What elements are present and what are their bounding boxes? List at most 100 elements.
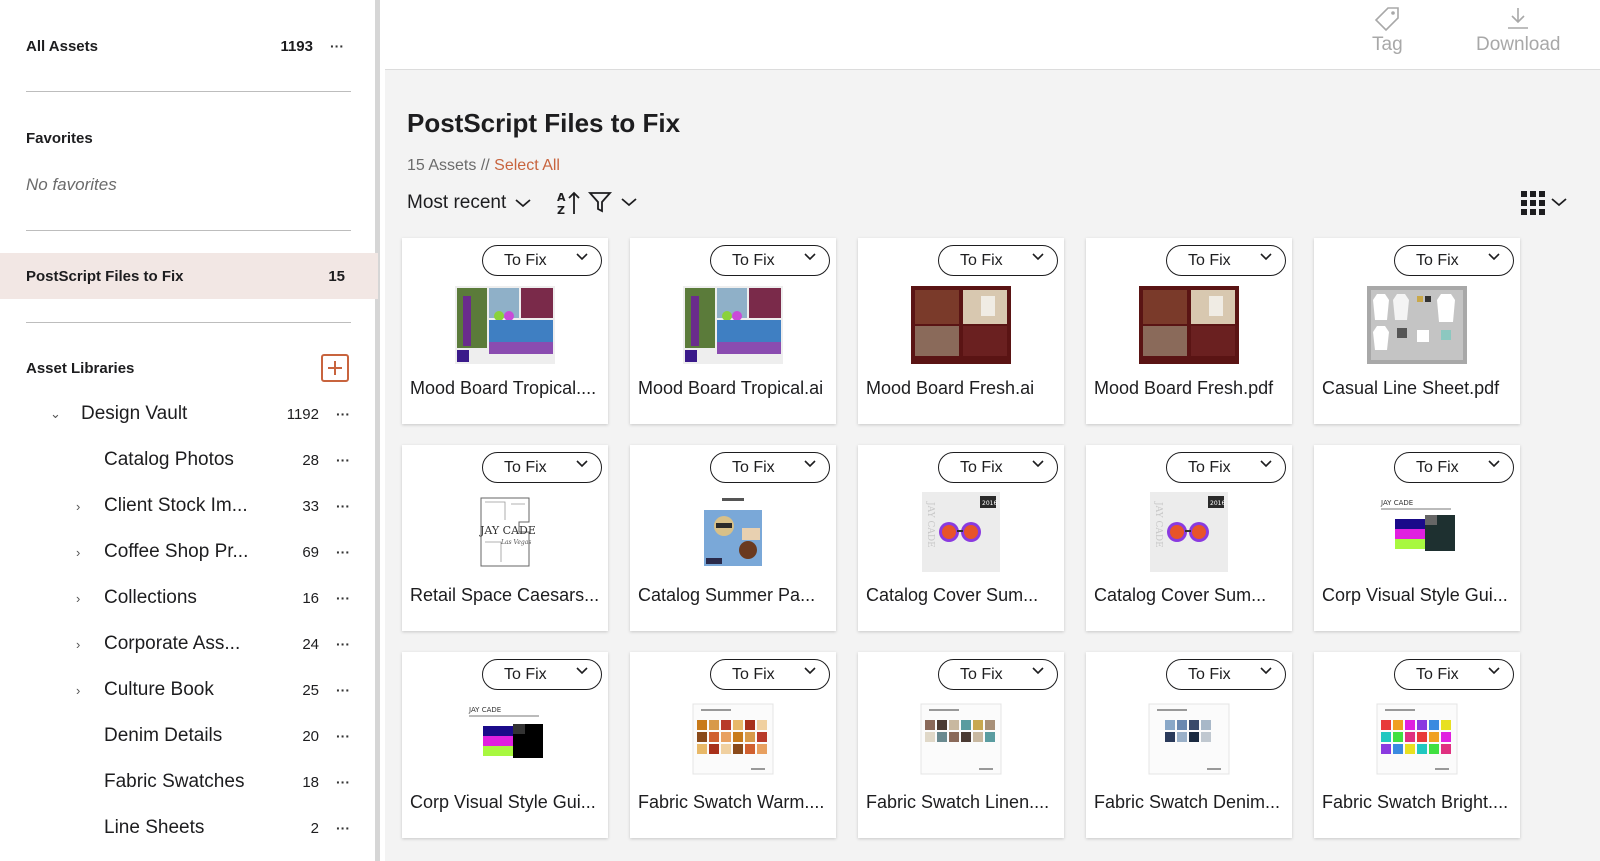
asset-thumbnail[interactable] xyxy=(858,699,1064,779)
asset-card[interactable]: To Fix 2016 JAY CADE Catalog Cover Sum... xyxy=(858,445,1064,631)
folder-count: 33 xyxy=(302,497,319,515)
more-icon[interactable]: ··· xyxy=(335,453,351,467)
thumbnail-image xyxy=(702,492,764,572)
tag-button[interactable]: Tag xyxy=(1372,6,1403,56)
asset-card[interactable]: To Fix Fabric Swatch Bright.... xyxy=(1314,652,1520,838)
sidebar-folder-item[interactable]: Line Sheets 2 ··· xyxy=(26,808,351,848)
thumbnail-image xyxy=(1139,286,1239,364)
chevron-down-icon[interactable]: ⌄ xyxy=(50,406,61,422)
asset-card[interactable]: To Fix Fabric Swatch Denim... xyxy=(1086,652,1292,838)
sidebar-folder-item[interactable]: › Corporate Ass... 24 ··· xyxy=(26,624,351,664)
status-dropdown[interactable]: To Fix xyxy=(482,659,602,690)
more-icon[interactable]: ··· xyxy=(335,499,351,513)
status-dropdown[interactable]: To Fix xyxy=(1166,452,1286,483)
sidebar-folder-item[interactable]: Fabric Swatches 18 ··· xyxy=(26,762,351,802)
sidebar-folder-item[interactable]: › Culture Book 25 ··· xyxy=(26,670,351,710)
status-dropdown[interactable]: To Fix xyxy=(938,452,1058,483)
sort-dropdown[interactable]: Most recent xyxy=(407,192,532,214)
status-dropdown[interactable]: To Fix xyxy=(1166,659,1286,690)
asset-card[interactable]: To Fix Casual Line Sheet.pdf xyxy=(1314,238,1520,424)
grid-view-icon[interactable] xyxy=(1520,190,1546,216)
download-button[interactable]: Download xyxy=(1476,6,1561,56)
download-label: Download xyxy=(1476,34,1561,55)
asset-count: 15 Assets // xyxy=(407,157,490,174)
status-dropdown[interactable]: To Fix xyxy=(710,245,830,276)
asset-thumbnail[interactable]: JAY CADE Las Vegas xyxy=(402,492,608,572)
asset-thumbnail[interactable]: JAY CADE xyxy=(1314,492,1520,572)
status-dropdown[interactable]: To Fix xyxy=(710,659,830,690)
status-dropdown[interactable]: To Fix xyxy=(1394,245,1514,276)
more-icon[interactable]: ··· xyxy=(335,591,351,605)
status-dropdown[interactable]: To Fix xyxy=(710,452,830,483)
more-icon[interactable]: ··· xyxy=(335,821,351,835)
status-label: To Fix xyxy=(1416,458,1459,476)
sidebar-folder-item[interactable]: › Client Stock Im... 33 ··· xyxy=(26,486,351,526)
status-dropdown[interactable]: To Fix xyxy=(1394,452,1514,483)
more-icon[interactable]: ··· xyxy=(335,775,351,789)
sidebar-folder-item[interactable]: › Collections 16 ··· xyxy=(26,578,351,618)
chevron-down-icon xyxy=(1487,665,1501,679)
sort-order-icon[interactable]: AZ xyxy=(556,190,582,216)
status-dropdown[interactable]: To Fix xyxy=(1166,245,1286,276)
more-icon[interactable]: ··· xyxy=(335,729,351,743)
asset-name: Corp Visual Style Gui... xyxy=(410,792,596,812)
chevron-down-icon[interactable] xyxy=(1550,196,1568,208)
more-icon[interactable]: ··· xyxy=(335,637,351,651)
more-icon[interactable]: ··· xyxy=(335,407,351,421)
status-dropdown[interactable]: To Fix xyxy=(482,452,602,483)
asset-card[interactable]: To Fix Fabric Swatch Warm.... xyxy=(630,652,836,838)
chevron-right-icon[interactable]: › xyxy=(76,591,80,606)
asset-card[interactable]: To Fix Mood Board Fresh.ai xyxy=(858,238,1064,424)
chevron-right-icon[interactable]: › xyxy=(76,545,80,560)
status-dropdown[interactable]: To Fix xyxy=(482,245,602,276)
asset-card[interactable]: To Fix 2016 JAY CADE Catalog Cover Sum... xyxy=(1086,445,1292,631)
asset-card[interactable]: To Fix Mood Board Fresh.pdf xyxy=(1086,238,1292,424)
status-dropdown[interactable]: To Fix xyxy=(1394,659,1514,690)
all-assets-item[interactable]: All Assets 1193 ··· xyxy=(26,36,345,56)
asset-thumbnail[interactable] xyxy=(630,285,836,365)
asset-card[interactable]: To Fix Mood Board Tropical.ai xyxy=(630,238,836,424)
asset-card[interactable]: To Fix Fabric Swatch Linen.... xyxy=(858,652,1064,838)
asset-thumbnail[interactable] xyxy=(858,285,1064,365)
library-design-vault[interactable]: ⌄ Design Vault 1192 ··· xyxy=(26,394,351,434)
thumbnail-image xyxy=(919,702,1003,776)
folder-count: 69 xyxy=(302,543,319,561)
asset-thumbnail[interactable] xyxy=(630,699,836,779)
asset-thumbnail[interactable]: 2016 JAY CADE xyxy=(858,492,1064,572)
asset-thumbnail[interactable]: 2016 JAY CADE xyxy=(1086,492,1292,572)
asset-thumbnail[interactable] xyxy=(1086,285,1292,365)
sidebar-folder-item[interactable]: › Coffee Shop Pr... 69 ··· xyxy=(26,532,351,572)
asset-thumbnail[interactable] xyxy=(402,285,608,365)
asset-thumbnail[interactable] xyxy=(1314,699,1520,779)
filter-icon[interactable] xyxy=(588,190,612,214)
thumbnail-image xyxy=(455,286,555,364)
asset-card[interactable]: To Fix JAY CADE Corp Visual Style Gui... xyxy=(1314,445,1520,631)
asset-card[interactable]: To Fix Mood Board Tropical.... xyxy=(402,238,608,424)
more-icon[interactable]: ··· xyxy=(335,683,351,697)
add-library-button[interactable] xyxy=(321,354,349,382)
asset-card[interactable]: To Fix JAY CADE Corp Visual Style Gui... xyxy=(402,652,608,838)
chevron-right-icon[interactable]: › xyxy=(76,683,80,698)
status-dropdown[interactable]: To Fix xyxy=(938,659,1058,690)
select-all-link[interactable]: Select All xyxy=(494,157,560,174)
active-collection-item[interactable]: PostScript Files to Fix 15 xyxy=(26,266,345,286)
asset-thumbnail[interactable] xyxy=(630,492,836,572)
asset-thumbnail[interactable]: JAY CADE xyxy=(402,699,608,779)
asset-thumbnail[interactable] xyxy=(1314,285,1520,365)
asset-name: Catalog Cover Sum... xyxy=(1094,585,1267,605)
folder-label: Corporate Ass... xyxy=(104,633,241,654)
chevron-down-icon[interactable] xyxy=(620,196,638,208)
asset-thumbnail[interactable] xyxy=(1086,699,1292,779)
chevron-down-icon xyxy=(575,251,589,265)
sidebar-folder-item[interactable]: Denim Details 20 ··· xyxy=(26,716,351,756)
chevron-right-icon[interactable]: › xyxy=(76,637,80,652)
chevron-down-icon xyxy=(1031,251,1045,265)
more-icon[interactable]: ··· xyxy=(329,39,345,53)
chevron-right-icon[interactable]: › xyxy=(76,499,80,514)
asset-card[interactable]: To Fix JAY CADE Las Vegas Retail Space Caes… xyxy=(402,445,608,631)
asset-card[interactable]: To Fix Catalog Summer Pa... xyxy=(630,445,836,631)
more-icon[interactable]: ··· xyxy=(335,545,351,559)
status-dropdown[interactable]: To Fix xyxy=(938,245,1058,276)
sidebar-folder-item[interactable]: Catalog Photos 28 ··· xyxy=(26,440,351,480)
chevron-down-icon xyxy=(1259,458,1273,472)
